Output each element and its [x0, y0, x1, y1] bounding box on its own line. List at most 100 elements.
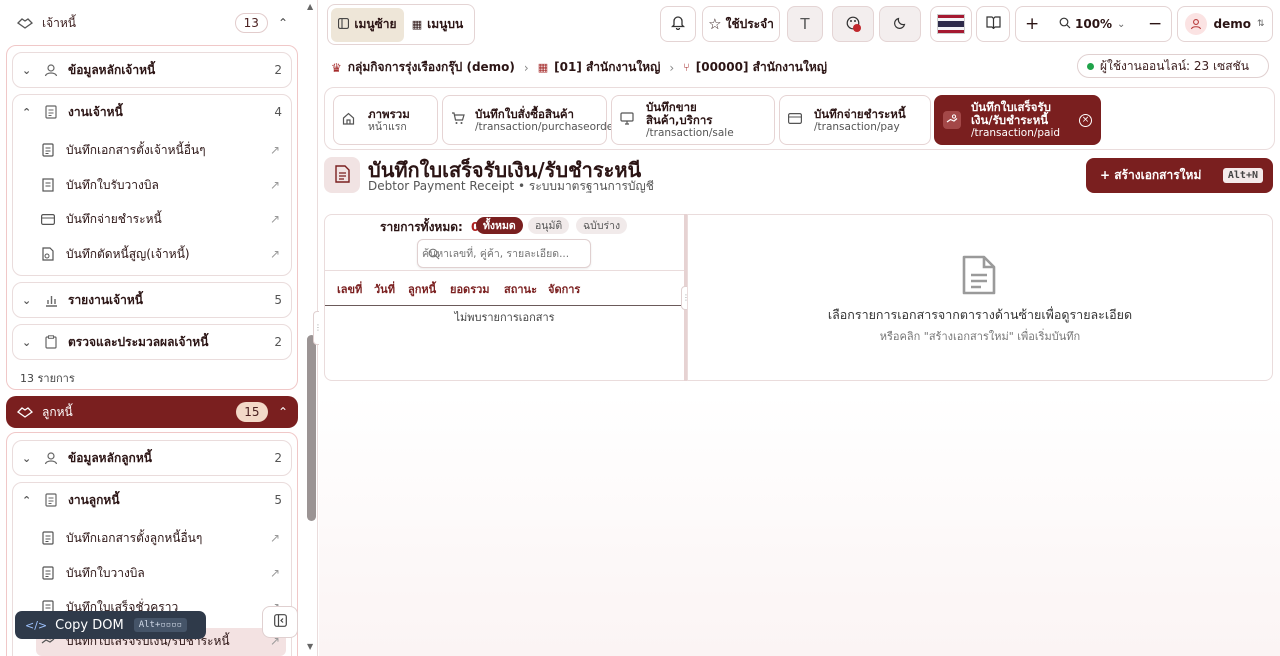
menu-left-button[interactable]: เมนูซ้าย — [331, 7, 404, 42]
zoom-out-button[interactable]: − — [1148, 14, 1162, 34]
sidebar-item-creditor-report[interactable]: ⌄ รายงานเจ้าหนี้ 5 — [12, 282, 292, 318]
favorites-button[interactable]: ☆ ใช้ประจำ — [702, 6, 780, 42]
git-branch-icon: ⑂ — [683, 61, 690, 74]
sidebar-group-debtor[interactable]: ลูกหนี้ 15 ⌃ — [6, 396, 298, 428]
tab-paid[interactable]: บันทึกใบเสร็จรับ เงิน/รับชำระหนี้/transac… — [934, 95, 1101, 145]
col-number[interactable]: เลขที่ — [337, 280, 362, 298]
star-icon: ☆ — [708, 15, 722, 33]
user-menu-button[interactable]: demo ⇅ — [1177, 6, 1273, 42]
chevron-down-icon[interactable]: ⌄ — [1117, 19, 1125, 30]
menu-top-button[interactable]: ▦ เมนูบน — [404, 8, 471, 42]
favorites-label: ใช้ประจำ — [725, 16, 774, 31]
bar-chart-icon — [42, 291, 60, 309]
online-dot — [1087, 62, 1094, 70]
page-icon — [324, 157, 360, 193]
home-icon — [342, 112, 358, 128]
grid-icon: ▦ — [411, 18, 423, 31]
tab-path: /transaction/paid — [971, 127, 1061, 139]
breadcrumb-branch[interactable]: [01] สำนักงานใหญ่ — [554, 58, 660, 77]
tab-pay[interactable]: บันทึกจ่ายชำระหนี้/transaction/pay — [779, 95, 931, 145]
col-total[interactable]: ยอดรวม — [450, 280, 490, 298]
external-link-icon[interactable]: ↗ — [270, 143, 280, 157]
page-subtitle: Debtor Payment Receipt • ระบบมาตรฐานการบ… — [368, 179, 654, 193]
tab-overview[interactable]: ภาพรวม หน้าแรก — [333, 95, 438, 145]
sidebar-leaf-label: บันทึกตัดหนี้สูญ(เจ้าหนี้) — [66, 246, 190, 261]
menu-top-label: เมนูบน — [427, 17, 464, 31]
credit-card-icon — [788, 113, 804, 127]
sidebar-leaf[interactable]: บันทึกใบรับวางบิล ↗ — [40, 170, 286, 200]
filter-approved[interactable]: อนุมัติ — [528, 217, 570, 234]
filter-all[interactable]: ทั้งหมด — [476, 217, 523, 234]
chevron-up-icon: ⌃ — [22, 493, 32, 507]
zoom-control: + 100% ⌄ − — [1015, 6, 1172, 42]
chevron-down-icon: ⌄ — [22, 451, 32, 465]
tab-sale[interactable]: บันทึกขาย สินค้า,บริการ/transaction/sale — [611, 95, 775, 145]
create-document-label: + สร้างเอกสารใหม่ — [1100, 168, 1202, 182]
cart-icon — [451, 112, 465, 128]
document-icon — [40, 529, 56, 547]
font-size-button[interactable]: T — [787, 6, 823, 42]
sidebar-leaf-label: บันทึกใบรับวางบิล — [66, 177, 159, 192]
sidebar-leaf-label: บันทึกเอกสารตั้งลูกหนี้อื่นๆ — [66, 530, 203, 545]
sidebar-item-debtor-master[interactable]: ⌄ ข้อมูลหลักลูกหนี้ 2 — [12, 440, 292, 476]
collapse-sidebar-button[interactable] — [262, 606, 298, 638]
sidebar-leaf[interactable]: บันทึกเอกสารตั้งเจ้าหนี้อื่นๆ ↗ — [40, 135, 286, 165]
thailand-flag-icon — [937, 14, 965, 34]
col-status[interactable]: สถานะ — [504, 280, 537, 298]
filter-draft[interactable]: ฉบับร่าง — [576, 217, 628, 234]
sidebar-item-creditor-master[interactable]: ⌄ ข้อมูลหลักเจ้าหนี้ 2 — [12, 52, 292, 88]
chevron-up-icon[interactable]: ⌃ — [278, 405, 288, 419]
notification-button[interactable] — [660, 6, 696, 42]
count-badge: 2 — [274, 63, 282, 77]
close-tab-icon[interactable]: × — [1079, 113, 1092, 127]
breadcrumb-office[interactable]: [00000] สำนักงานใหญ่ — [696, 58, 827, 77]
count-badge: 13 — [234, 13, 268, 33]
menu-toggle-group: เมนูซ้าย ▦ เมนูบน — [327, 4, 475, 45]
external-link-icon[interactable]: ↗ — [270, 566, 280, 580]
sidebar-item-creditor-process[interactable]: ⌄ ตรวจและประมวลผลเจ้าหนี้ 2 — [12, 324, 292, 360]
search-input[interactable] — [422, 244, 586, 263]
avatar — [1185, 13, 1208, 35]
col-debtor[interactable]: ลูกหนี้ — [408, 280, 436, 298]
document-icon — [42, 103, 60, 121]
divider — [325, 270, 684, 271]
copy-dom-button[interactable]: </> Copy DOM Alt+▫▫▫▫ — [15, 611, 206, 639]
sidebar-leaf[interactable]: บันทึกจ่ายชำระหนี้ ↗ — [40, 204, 286, 234]
scroll-down-icon[interactable]: ▼ — [307, 642, 313, 651]
create-shortcut-badge: Alt+N — [1222, 168, 1263, 183]
sidebar-leaf[interactable]: บันทึกเอกสารตั้งลูกหนี้อื่นๆ ↗ — [40, 523, 286, 553]
create-document-button[interactable]: + สร้างเอกสารใหม่ Alt+N — [1086, 158, 1273, 193]
sidebar-group-creditor[interactable]: เจ้าหนี้ 13 ⌃ — [6, 7, 298, 39]
external-link-icon[interactable]: ↗ — [270, 531, 280, 545]
language-button[interactable] — [930, 6, 972, 42]
document-icon — [334, 164, 350, 186]
dark-mode-button[interactable] — [879, 6, 921, 42]
sidebar-item-creditor-work[interactable]: ⌃ งานเจ้าหนี้ 4 — [12, 94, 292, 130]
col-actions[interactable]: จัดการ — [548, 280, 580, 298]
breadcrumb-company[interactable]: กลุ่มกิจการรุ่งเรืองกรุ๊ป (demo) — [348, 58, 515, 77]
sidebar-scroll-thumb[interactable] — [307, 335, 316, 521]
count-badge: 4 — [274, 105, 282, 119]
reader-mode-button[interactable] — [976, 6, 1010, 42]
sidebar-leaf[interactable]: บันทึกตัดหนี้สูญ(เจ้าหนี้) ↗ — [40, 239, 286, 269]
external-link-icon[interactable]: ↗ — [270, 178, 280, 192]
tab-title: บันทึกจ่ายชำระหนี้ — [814, 106, 906, 121]
menu-left-label: เมนูซ้าย — [354, 17, 397, 31]
tab-title: บันทึกใบสั่งซื้อสินค้า — [475, 106, 574, 121]
sidebar-leaf-label: บันทึกเอกสารตั้งเจ้าหนี้อื่นๆ — [66, 142, 206, 157]
sidebar-leaf-label: บันทึกใบวางบิล — [66, 565, 145, 580]
sidebar-item-debtor-work[interactable]: ⌃ งานลูกหนี้ 5 — [12, 482, 292, 518]
scroll-up-icon[interactable]: ▲ — [307, 2, 313, 11]
external-link-icon[interactable]: ↗ — [270, 247, 280, 261]
zoom-level[interactable]: 100% — [1075, 17, 1112, 31]
zoom-in-button[interactable]: + — [1025, 14, 1039, 34]
col-date[interactable]: วันที่ — [374, 280, 395, 298]
sidebar-leaf[interactable]: บันทึกใบวางบิล ↗ — [40, 558, 286, 588]
user-icon — [42, 61, 60, 79]
chevron-up-icon[interactable]: ⌃ — [278, 16, 288, 30]
external-link-icon[interactable]: ↗ — [270, 212, 280, 226]
theme-palette-button[interactable] — [832, 6, 874, 42]
tab-purchaseorder[interactable]: บันทึกใบสั่งซื้อสินค้า/transaction/purch… — [442, 95, 618, 145]
online-users-label: ผู้ใช้งานออนไลน์: 23 เซสชัน — [1100, 58, 1249, 73]
sidebar-item-label: ตรวจและประมวลผลเจ้าหนี้ — [68, 334, 209, 349]
